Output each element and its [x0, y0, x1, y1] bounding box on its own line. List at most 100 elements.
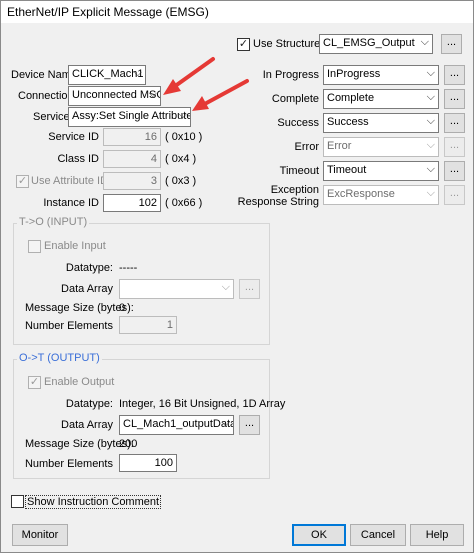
- use-structure-checkbox[interactable]: ✓: [237, 38, 250, 51]
- input-group-title: T->O (INPUT): [17, 216, 90, 228]
- connection-select[interactable]: Unconnected MSG ⌵: [68, 86, 161, 106]
- class-id-field: 4: [103, 150, 161, 168]
- output-datatype-value: Integer, 16 Bit Unsigned, 1D Array: [119, 398, 286, 410]
- exception-select[interactable]: ExcResponse ⌵: [323, 185, 439, 205]
- chevron-down-icon: ⌵: [148, 88, 157, 100]
- attribute-id-hex: ( 0x3 ): [165, 175, 197, 187]
- error-value: Error: [327, 140, 352, 152]
- exception-label-line2: Response String: [237, 196, 319, 208]
- complete-label: Complete: [271, 93, 319, 105]
- enable-input-label: Enable Input: [44, 240, 106, 252]
- enable-output-label: Enable Output: [44, 376, 115, 388]
- timeout-value: Timeout: [327, 164, 367, 176]
- output-msg-size-label: Message Size (bytes):: [25, 438, 134, 450]
- connection-value: Unconnected MSG: [72, 89, 161, 101]
- chevron-down-icon: ⌵: [221, 417, 230, 429]
- chevron-down-icon: ⌵: [420, 36, 429, 48]
- in-progress-value: InProgress: [327, 68, 381, 80]
- input-msg-size-value: 0: [119, 302, 126, 314]
- error-browse-button[interactable]: ...: [444, 137, 465, 157]
- input-data-array-select[interactable]: ⌵: [119, 279, 234, 299]
- output-msg-size-value: 200: [119, 438, 138, 450]
- timeout-browse-button[interactable]: ...: [444, 161, 465, 181]
- output-data-array-select[interactable]: CL_Mach1_outputData ⌵: [119, 415, 234, 435]
- red-arrow-connection: [163, 57, 215, 95]
- in-progress-browse-button[interactable]: ...: [444, 65, 465, 85]
- exception-value: ExcResponse: [327, 188, 395, 200]
- chevron-down-icon: ⌵: [178, 109, 187, 121]
- input-datatype-label: Datatype:: [65, 262, 113, 274]
- use-attribute-label: Use Attribute ID: [31, 175, 109, 187]
- use-structure-label: Use Structure: [253, 38, 321, 50]
- connection-label: Connection: [18, 90, 74, 102]
- monitor-button[interactable]: Monitor: [12, 524, 68, 546]
- exception-label-line1: Exception: [270, 184, 319, 196]
- exception-browse-button[interactable]: ...: [444, 185, 465, 205]
- check-icon: ✓: [17, 175, 28, 187]
- output-group-title: O->T (OUTPUT): [17, 352, 102, 364]
- chevron-down-icon: ⌵: [426, 139, 435, 151]
- timeout-select[interactable]: Timeout ⌵: [323, 161, 439, 181]
- error-label: Error: [294, 141, 319, 153]
- input-msg-size-label: Message Size (bytes):: [25, 302, 134, 314]
- device-name-select[interactable]: CLICK_Mach1 ⌵: [68, 65, 146, 85]
- cancel-button[interactable]: Cancel: [350, 524, 406, 546]
- chevron-down-icon: ⌵: [426, 67, 435, 79]
- chevron-down-icon: ⌵: [426, 187, 435, 199]
- chevron-down-icon: ⌵: [426, 91, 435, 103]
- input-datatype-value: -----: [119, 262, 138, 274]
- output-data-array-browse-button[interactable]: ...: [239, 415, 260, 435]
- chevron-down-icon: ⌵: [133, 67, 142, 79]
- instance-id-input[interactable]: 102: [103, 194, 161, 212]
- output-data-array-value: CL_Mach1_outputData: [123, 418, 234, 430]
- check-icon: ✓: [238, 38, 249, 50]
- output-num-elements-label: Number Elements: [24, 458, 113, 470]
- complete-select[interactable]: Complete ⌵: [323, 89, 439, 109]
- chevron-down-icon: ⌵: [426, 163, 435, 175]
- exception-label: Exception Response String: [221, 184, 319, 208]
- structure-value: CL_EMSG_Output: [323, 37, 415, 49]
- class-id-label: Class ID: [57, 153, 99, 165]
- check-icon: ✓: [29, 376, 40, 388]
- enable-input-checkbox[interactable]: [28, 240, 41, 253]
- window-title: EtherNet/IP Explicit Message (EMSG): [1, 1, 473, 23]
- attribute-id-field: 3: [103, 172, 161, 190]
- chevron-down-icon: ⌵: [426, 115, 435, 127]
- service-select[interactable]: Assy:Set Single Attribute ⌵: [68, 107, 191, 127]
- error-select[interactable]: Error ⌵: [323, 137, 439, 157]
- success-label: Success: [277, 117, 319, 129]
- timeout-label: Timeout: [279, 165, 319, 177]
- complete-browse-button[interactable]: ...: [444, 89, 465, 109]
- service-id-field: 16: [103, 128, 161, 146]
- emsg-dialog: EtherNet/IP Explicit Message (EMSG) ✓ Us…: [0, 0, 474, 553]
- service-id-hex: ( 0x10 ): [165, 131, 203, 143]
- input-data-array-label: Data Array: [61, 283, 113, 295]
- success-browse-button[interactable]: ...: [444, 113, 465, 133]
- service-label: Service: [33, 111, 70, 123]
- input-data-array-browse-button[interactable]: ...: [239, 279, 260, 299]
- output-datatype-label: Datatype:: [65, 398, 113, 410]
- in-progress-label: In Progress: [262, 69, 319, 81]
- service-value: Assy:Set Single Attribute: [72, 110, 191, 122]
- output-num-elements-input[interactable]: 100: [119, 454, 177, 472]
- show-comment-checkbox[interactable]: [11, 495, 24, 508]
- show-comment-label: Show Instruction Comment: [25, 495, 162, 509]
- input-num-elements-label: Number Elements: [24, 320, 113, 332]
- enable-output-checkbox[interactable]: ✓: [28, 376, 41, 389]
- class-id-hex: ( 0x4 ): [165, 153, 197, 165]
- instance-id-hex: ( 0x66 ): [165, 197, 203, 209]
- use-attribute-checkbox[interactable]: ✓: [16, 175, 29, 188]
- ok-button[interactable]: OK: [292, 524, 346, 546]
- service-id-label: Service ID: [48, 131, 99, 143]
- output-data-array-label: Data Array: [61, 419, 113, 431]
- input-num-elements-field: 1: [119, 316, 177, 334]
- success-value: Success: [327, 116, 369, 128]
- in-progress-select[interactable]: InProgress ⌵: [323, 65, 439, 85]
- help-button[interactable]: Help: [410, 524, 464, 546]
- chevron-down-icon: ⌵: [221, 281, 230, 293]
- complete-value: Complete: [327, 92, 375, 104]
- structure-select[interactable]: CL_EMSG_Output ⌵: [319, 34, 433, 54]
- success-select[interactable]: Success ⌵: [323, 113, 439, 133]
- structure-browse-button[interactable]: ...: [441, 34, 462, 54]
- instance-id-label: Instance ID: [43, 197, 99, 209]
